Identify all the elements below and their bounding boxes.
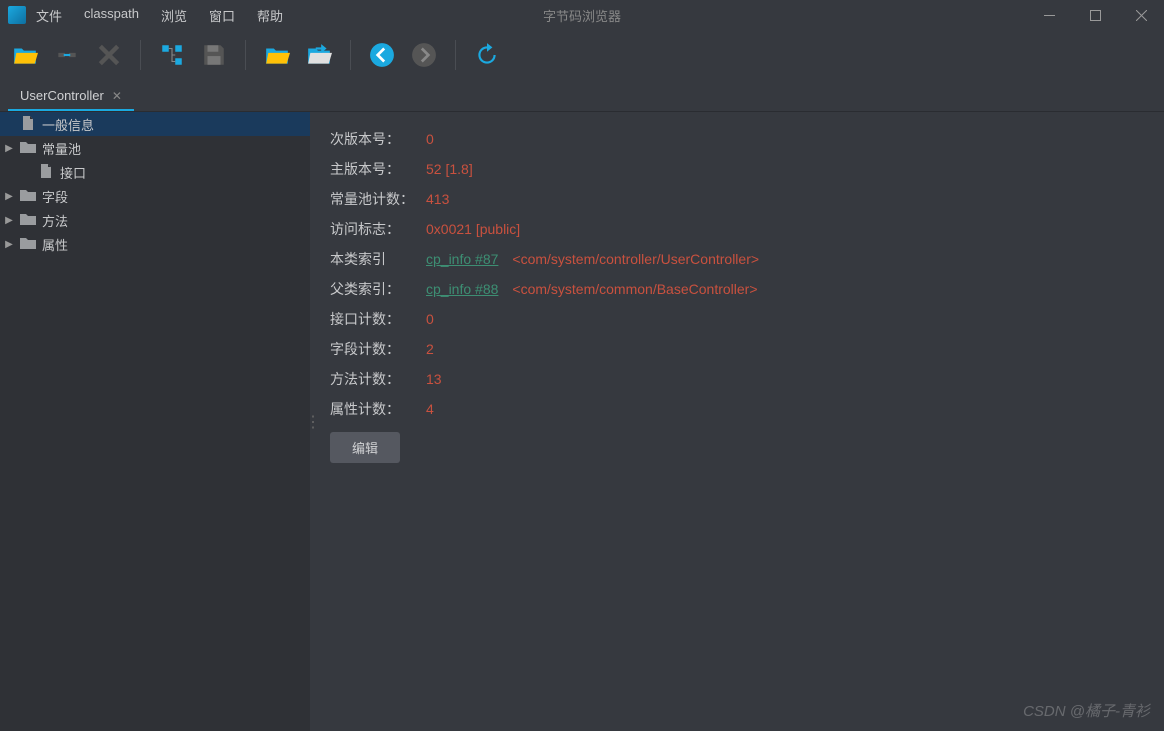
tree-icon[interactable]	[157, 40, 187, 70]
save-icon[interactable]	[199, 40, 229, 70]
tree-item-label: 一般信息	[42, 115, 94, 134]
window-title: 字节码浏览器	[543, 6, 621, 25]
tree-item[interactable]: ▶ 属性	[0, 232, 310, 256]
toolbar	[0, 30, 1164, 80]
watermark: CSDN @橘子-青衫	[1023, 700, 1150, 721]
link-this-class[interactable]: cp_info #87	[426, 251, 498, 267]
value-major-version: 52 [1.8]	[426, 161, 473, 177]
value-method-count: 13	[426, 371, 442, 387]
label-access-flags: 访问标志：	[330, 219, 426, 239]
window-controls	[1026, 0, 1164, 30]
menu-file[interactable]: 文件	[36, 6, 62, 25]
link-super-class[interactable]: cp_info #88	[426, 281, 498, 297]
tab-close-icon[interactable]: ✕	[112, 89, 122, 103]
open-file-icon[interactable]	[10, 40, 40, 70]
value-interface-count: 0	[426, 311, 434, 327]
label-super-class: 父类索引：	[330, 279, 426, 299]
value-field-count: 2	[426, 341, 434, 357]
menu-classpath[interactable]: classpath	[84, 6, 139, 25]
expand-arrow-icon[interactable]: ▶	[4, 215, 14, 226]
close-button[interactable]	[1118, 0, 1164, 30]
menu-window[interactable]: 窗口	[209, 6, 235, 25]
back-icon[interactable]	[367, 40, 397, 70]
label-this-class: 本类索引	[330, 249, 426, 269]
edit-button[interactable]: 编辑	[330, 432, 400, 463]
label-minor-version: 次版本号：	[330, 129, 426, 149]
tree-item[interactable]: ▶ 方法	[0, 208, 310, 232]
label-method-count: 方法计数：	[330, 369, 426, 389]
forward-icon[interactable]	[409, 40, 439, 70]
label-cp-count: 常量池计数：	[330, 189, 426, 209]
minimize-button[interactable]	[1026, 0, 1072, 30]
tab-label: UserController	[20, 88, 104, 103]
expand-arrow-icon[interactable]: ▶	[4, 143, 14, 154]
app-icon	[8, 6, 26, 24]
menu-browse[interactable]: 浏览	[161, 6, 187, 25]
tab-bar: UserController ✕	[0, 80, 1164, 112]
value-attr-count: 4	[426, 401, 434, 417]
menu-help[interactable]: 帮助	[257, 6, 283, 25]
expand-arrow-icon[interactable]: ▶	[4, 191, 14, 202]
tab-usercontroller[interactable]: UserController ✕	[8, 82, 134, 111]
value-super-class: <com/system/common/BaseController>	[512, 281, 757, 297]
value-minor-version: 0	[426, 131, 434, 147]
value-cp-count: 413	[426, 191, 449, 207]
connect-icon[interactable]	[52, 40, 82, 70]
tree-item[interactable]: ▶ 字段	[0, 184, 310, 208]
tree-item[interactable]: ▶ 常量池	[0, 136, 310, 160]
label-major-version: 主版本号：	[330, 159, 426, 179]
label-interface-count: 接口计数：	[330, 309, 426, 329]
label-attr-count: 属性计数：	[330, 399, 426, 419]
value-this-class: <com/system/controller/UserController>	[512, 251, 759, 267]
maximize-button[interactable]	[1072, 0, 1118, 30]
refresh-icon[interactable]	[472, 40, 502, 70]
menu-bar: 文件 classpath 浏览 窗口 帮助	[36, 6, 283, 25]
tree-item-label: 方法	[42, 211, 68, 230]
tree-item[interactable]: 接口	[0, 160, 310, 184]
value-access-flags: 0x0021 [public]	[426, 221, 520, 237]
tree-item-label: 属性	[42, 235, 68, 254]
label-field-count: 字段计数：	[330, 339, 426, 359]
sidebar-tree: 一般信息 ▶ 常量池接口 ▶ 字段 ▶ 方法 ▶ 属性	[0, 112, 310, 731]
tree-item-label: 接口	[60, 163, 86, 182]
expand-arrow-icon[interactable]: ▶	[4, 239, 14, 250]
export-icon[interactable]	[304, 40, 334, 70]
open-folder-icon[interactable]	[262, 40, 292, 70]
title-bar: 文件 classpath 浏览 窗口 帮助 字节码浏览器	[0, 0, 1164, 30]
tree-item-label: 字段	[42, 187, 68, 206]
tree-item-label: 常量池	[42, 139, 81, 158]
close-file-icon[interactable]	[94, 40, 124, 70]
tree-item[interactable]: 一般信息	[0, 112, 310, 136]
detail-panel: 次版本号：0 主版本号：52 [1.8] 常量池计数：413 访问标志：0x00…	[316, 112, 1164, 731]
